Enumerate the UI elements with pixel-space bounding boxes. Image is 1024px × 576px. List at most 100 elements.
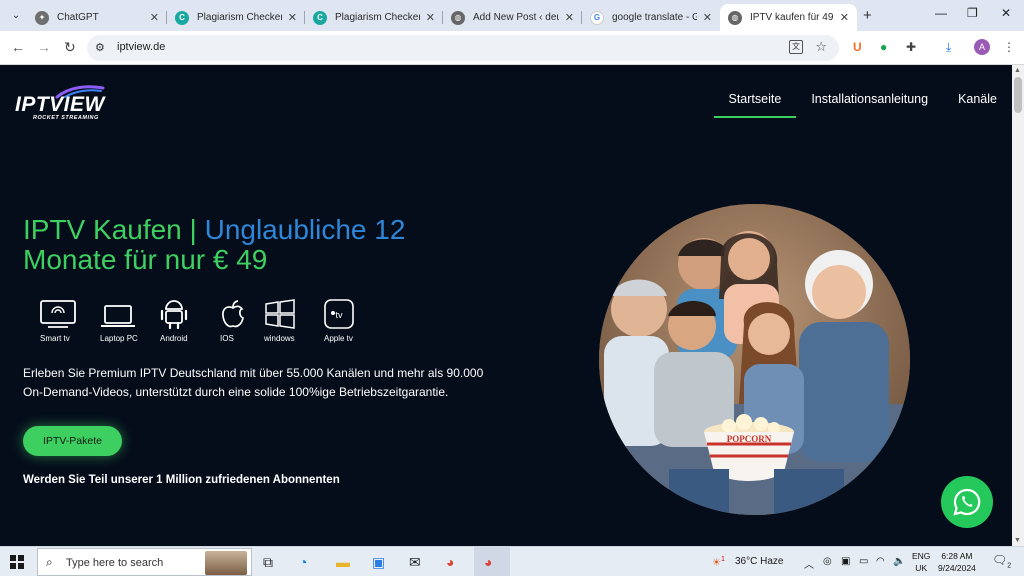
popcorn-label: POPCORN	[727, 434, 772, 444]
tab-title: google translate - Goo	[612, 12, 697, 23]
apple-icon	[220, 297, 246, 329]
extension-u-icon[interactable]: U	[853, 40, 862, 54]
whatsapp-icon	[953, 488, 981, 516]
edge-icon[interactable]: ◔	[299, 554, 307, 570]
tab-title: Add New Post ‹ deutsc	[473, 12, 559, 23]
close-tab-icon[interactable]: ✕	[565, 11, 574, 24]
device-smart-tv: Smart tv	[40, 297, 100, 343]
new-tab-icon[interactable]: +	[863, 7, 872, 24]
close-window-icon[interactable]: ✕	[1001, 6, 1011, 20]
volume-icon[interactable]: 🔈	[893, 556, 905, 567]
download-icon[interactable]: ⤓	[946, 40, 951, 55]
task-view-icon[interactable]: ⧉	[263, 554, 273, 571]
minimize-icon[interactable]: —	[935, 6, 947, 20]
browser-tab[interactable]: ◍ Add New Post ‹ deutsc ✕	[443, 4, 582, 31]
tray-app-icon[interactable]: ◎	[823, 556, 832, 567]
hero-title: IPTV Kaufen | Unglaubliche 12 Monate für …	[23, 215, 443, 275]
iptv-packages-button[interactable]: IPTV-Pakete	[23, 426, 122, 456]
clock-date: 9/24/2024	[938, 563, 976, 573]
wifi-icon[interactable]: ◠	[876, 556, 885, 567]
profile-avatar[interactable]: A	[974, 39, 990, 55]
close-tab-icon[interactable]: ✕	[150, 11, 159, 24]
nav-installationsanleitung[interactable]: Installationsanleitung	[796, 92, 943, 118]
chrome-icon[interactable]: ◕	[446, 554, 454, 570]
weather-text[interactable]: 36°C Haze	[735, 556, 783, 567]
grammarly-icon[interactable]: ●	[880, 40, 887, 54]
search-placeholder: Type here to search	[66, 557, 164, 569]
url-text[interactable]: iptview.de	[117, 41, 165, 53]
tab-search-icon[interactable]: ⌄	[6, 5, 26, 25]
android-icon	[160, 297, 188, 329]
web-page: IPTVIEW ROCKET STREAMING Startseite Inst…	[0, 65, 1012, 546]
extensions-puzzle-icon[interactable]: ✚	[906, 40, 916, 54]
search-icon: ⌕	[46, 555, 53, 569]
browser-tab[interactable]: C Plagiarism Checker | 10 ✕	[167, 4, 305, 31]
bookmark-star-icon[interactable]: ☆	[815, 39, 827, 55]
close-tab-icon[interactable]: ✕	[840, 11, 849, 24]
page-scrollbar[interactable]: ▲ ▼	[1012, 65, 1024, 546]
clock-time: 6:28 AM	[941, 551, 973, 561]
logo-tagline: ROCKET STREAMING	[33, 115, 99, 121]
nav-startseite[interactable]: Startseite	[713, 92, 797, 118]
menu-kebab-icon[interactable]: ⋮	[1003, 40, 1015, 54]
globe-icon: ◍	[728, 10, 742, 25]
scroll-up-icon[interactable]: ▲	[1014, 67, 1021, 74]
translate-icon[interactable]: 文	[789, 40, 803, 54]
language-code: ENG	[912, 551, 931, 561]
region-code: UK	[915, 563, 928, 573]
globe-icon: ◍	[451, 10, 465, 25]
browser-toolbar: ← → ↻ ⚙ iptview.de 文 ☆ U ● ✚ ⤓ A ⋮	[0, 31, 1024, 65]
search-highlight-image[interactable]	[205, 551, 247, 575]
scroll-down-icon[interactable]: ▼	[1014, 537, 1021, 544]
language-indicator[interactable]: ENG UK	[912, 550, 930, 574]
whatsapp-chat-button[interactable]	[941, 476, 993, 528]
device-label: Smart tv	[40, 334, 70, 343]
address-bar[interactable]: ⚙ iptview.de 文 ☆	[87, 35, 839, 61]
forward-icon[interactable]: →	[37, 39, 51, 55]
close-tab-icon[interactable]: ✕	[703, 11, 712, 24]
system-clock[interactable]: 6:28 AM 9/24/2024	[938, 550, 976, 574]
back-icon[interactable]: ←	[11, 39, 25, 55]
device-label: IOS	[220, 334, 234, 343]
device-ios: IOS	[220, 297, 264, 343]
device-label: Laptop PC	[100, 334, 138, 343]
device-label: Android	[160, 334, 188, 343]
hero-description: Erleben Sie Premium IPTV Deutschland mit…	[23, 366, 484, 399]
device-android: Android	[160, 297, 220, 343]
svg-text:tv: tv	[335, 310, 343, 320]
close-tab-icon[interactable]: ✕	[426, 11, 435, 24]
tab-title: IPTV kaufen für 49 € |	[750, 12, 834, 23]
chrome-profile-icon[interactable]: ◕	[484, 554, 492, 570]
browser-tab-strip: ⌄ ✦ ChatGPT ✕ C Plagiarism Checker | 10 …	[0, 0, 1024, 31]
browser-tab-active[interactable]: ◍ IPTV kaufen für 49 € | ✕	[720, 4, 857, 31]
close-tab-icon[interactable]: ✕	[288, 11, 297, 24]
show-hidden-icons-icon[interactable]: ︿	[804, 556, 814, 571]
weather-icon[interactable]: ☀1	[712, 556, 725, 568]
windows-start-icon[interactable]	[10, 555, 24, 574]
mail-icon[interactable]: ✉	[409, 554, 421, 571]
browser-tab[interactable]: G google translate - Goo ✕	[582, 4, 720, 31]
browser-tab[interactable]: ✦ ChatGPT ✕	[27, 4, 167, 31]
tray-video-icon[interactable]: ▣	[841, 556, 850, 567]
browser-tab[interactable]: C Plagiarism Checker | 10 ✕	[305, 4, 443, 31]
nav-kanaele[interactable]: Kanäle	[943, 92, 1012, 118]
google-icon: G	[590, 10, 604, 25]
device-laptop: Laptop PC	[100, 297, 160, 343]
file-explorer-icon[interactable]: ▬	[336, 554, 350, 570]
tab-title: ChatGPT	[57, 12, 99, 23]
laptop-icon	[100, 297, 136, 329]
microsoft-store-icon[interactable]: ▣	[372, 554, 385, 571]
site-info-icon[interactable]: ⚙	[95, 41, 105, 54]
notification-count: 2	[1007, 562, 1012, 570]
hero-title-price: Monate für nur € 49	[23, 244, 268, 275]
site-logo[interactable]: IPTVIEW ROCKET STREAMING	[15, 85, 119, 125]
taskbar-search-box[interactable]: ⌕ Type here to search	[37, 548, 252, 576]
subscriber-tagline: Werden Sie Teil unserer 1 Million zufrie…	[23, 474, 340, 486]
apple-tv-icon: tv	[324, 297, 354, 329]
logo-wordmark: IPTVIEW	[15, 93, 105, 116]
reload-icon[interactable]: ↻	[64, 39, 76, 56]
battery-icon[interactable]: ▭	[859, 556, 868, 567]
restore-icon[interactable]: ❐	[967, 6, 978, 20]
notifications-icon[interactable]: 🗨2	[992, 553, 1011, 569]
scrollbar-thumb[interactable]	[1014, 77, 1022, 113]
